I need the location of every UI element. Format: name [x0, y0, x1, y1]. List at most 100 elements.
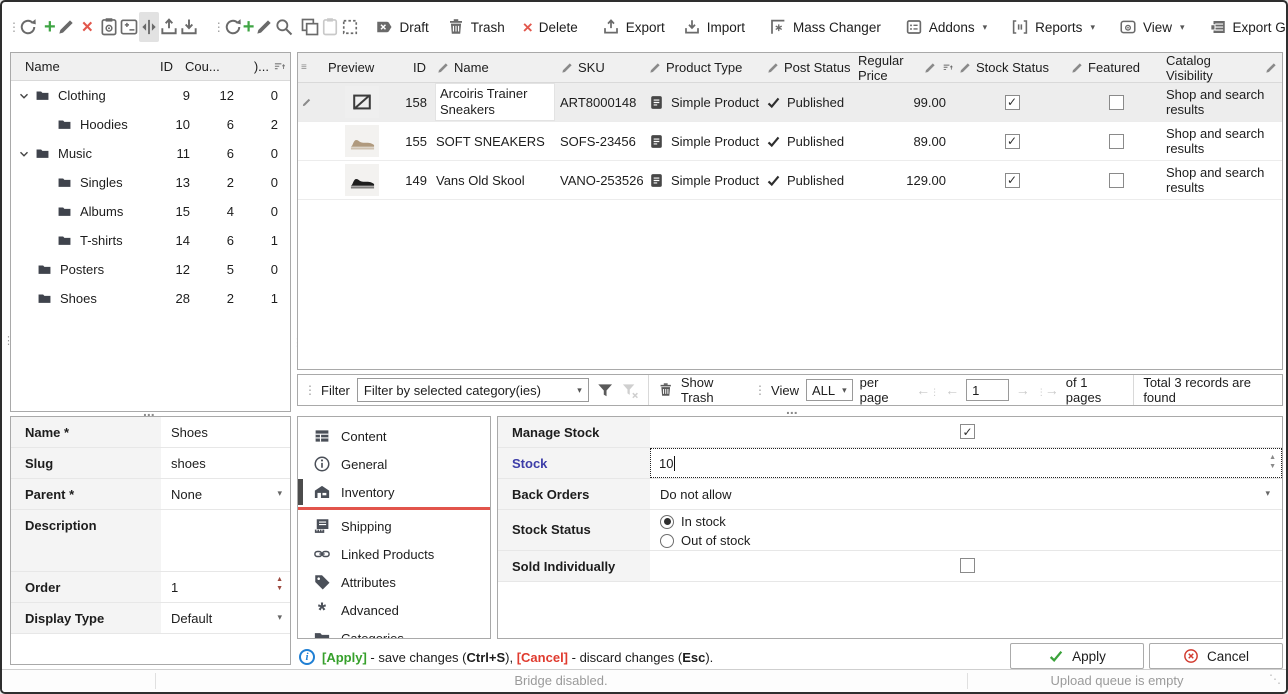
tab-linked-products[interactable]: Linked Products [298, 540, 490, 568]
column-preview[interactable]: Preview [314, 53, 410, 82]
column-product-type[interactable]: Product Type [648, 53, 762, 82]
name-field[interactable]: Shoes [161, 417, 290, 447]
cell-name[interactable]: Arcoiris Trainer Sneakers [436, 83, 554, 121]
checkbox-checked[interactable]: ✓ [1005, 173, 1020, 188]
tree-row-albums[interactable]: Albums 1540 [11, 197, 290, 226]
tree-column-name[interactable]: Name [11, 59, 149, 74]
product-thumbnail[interactable] [345, 125, 379, 157]
tab-shipping[interactable]: Shipping [298, 512, 490, 540]
previous-page-button[interactable]: ← [945, 382, 959, 398]
delete-record-button[interactable]: ×Delete [514, 12, 587, 42]
sold-individually-checkbox[interactable] [960, 558, 975, 573]
resize-grip-icon[interactable]: ⋱ [1269, 672, 1281, 686]
grid-edit-button[interactable] [254, 12, 274, 42]
checkbox-unchecked[interactable] [1109, 173, 1124, 188]
stepper-arrows[interactable]: ▲▼ [1269, 454, 1276, 470]
horizontal-splitter-handle[interactable]: ... [143, 408, 155, 414]
parent-select[interactable]: None▾ [161, 479, 290, 509]
display-type-select[interactable]: Default▾ [161, 603, 290, 633]
cancel-button[interactable]: Cancel [1149, 643, 1283, 669]
split-columns-button[interactable] [139, 12, 159, 42]
tree-row-music[interactable]: Music 1160 [11, 139, 290, 168]
checkbox-checked[interactable]: ✓ [1005, 95, 1020, 110]
toolbar-grip[interactable]: ⋮ [8, 20, 18, 34]
column-stock-status[interactable]: Stock Status [958, 53, 1066, 82]
toolbar-grip[interactable]: ⋮ [213, 20, 223, 34]
chevron-down-icon[interactable] [17, 89, 31, 103]
search-button[interactable] [274, 12, 294, 42]
manage-stock-checkbox[interactable]: ✓ [960, 424, 975, 439]
cell-id[interactable]: 155 [398, 122, 430, 160]
apply-filter-icon[interactable] [596, 381, 614, 400]
stock-input[interactable]: 10 ▲▼ [650, 448, 1282, 478]
cell-price[interactable]: 99.00 [858, 83, 954, 121]
cell-stock-status[interactable]: ✓ [958, 83, 1066, 121]
order-stepper[interactable]: 1▲▼ [161, 572, 290, 602]
cell-post-status[interactable]: Published [766, 161, 858, 199]
tree-row-posters[interactable]: Posters 1250 [11, 255, 290, 284]
image-adjust-button[interactable] [119, 12, 139, 42]
delete-button[interactable]: × [82, 12, 93, 42]
cell-post-status[interactable]: Published [766, 83, 858, 121]
preview-clipboard-button[interactable] [99, 12, 119, 42]
tree-row-hoodies[interactable]: Hoodies 1062 [11, 110, 290, 139]
tree-row-singles[interactable]: Singles 1320 [11, 168, 290, 197]
filter-dropdown[interactable]: Filter by selected category(ies) ▾ [357, 378, 589, 402]
checkbox-unchecked[interactable] [1109, 134, 1124, 149]
import-button[interactable]: Import [674, 12, 754, 42]
tree-column-id[interactable]: ID [149, 59, 185, 74]
trash-button[interactable]: Trash [438, 12, 514, 42]
paste-special-button[interactable] [340, 12, 360, 42]
export-button[interactable]: Export [593, 12, 674, 42]
mass-changer-button[interactable]: Mass Changer [760, 12, 890, 42]
product-row[interactable]: 158 Arcoiris Trainer Sneakers ART8000148… [298, 83, 1282, 122]
cell-product-type[interactable]: Simple Product [648, 161, 762, 199]
tree-row-clothing[interactable]: Clothing 9120 [11, 81, 290, 110]
cell-price[interactable]: 89.00 [858, 122, 954, 160]
cell-post-status[interactable]: Published [766, 122, 858, 160]
column-regular-price[interactable]: Regular Price [858, 53, 954, 82]
addons-button[interactable]: Addons▾ [896, 12, 996, 42]
tab-advanced[interactable]: *Advanced [298, 596, 490, 624]
draft-button[interactable]: Draft [366, 12, 437, 42]
out-of-stock-radio[interactable]: Out of stock [660, 531, 1282, 550]
tab-categories[interactable]: Categories [298, 624, 490, 639]
column-featured[interactable]: Featured [1070, 53, 1162, 82]
edit-button[interactable] [56, 12, 76, 42]
grid-refresh-button[interactable] [223, 12, 243, 42]
view-button[interactable]: View▾ [1110, 12, 1194, 42]
next-page-button[interactable]: → [1016, 382, 1030, 398]
page-number-input[interactable]: 1 [966, 379, 1009, 401]
tree-column-order[interactable]: )... [229, 59, 273, 74]
refresh-button[interactable] [18, 12, 38, 42]
last-page-button[interactable]: ⋮→ [1037, 382, 1059, 398]
tab-attributes[interactable]: Attributes [298, 568, 490, 596]
cell-name[interactable]: Vans Old Skool [436, 161, 554, 199]
product-row[interactable]: 155 SOFT SNEAKERS SOFS-23456 Simple Prod… [298, 122, 1282, 161]
cell-id[interactable]: 158 [398, 83, 430, 121]
description-field[interactable] [161, 510, 290, 571]
cell-featured[interactable] [1070, 83, 1162, 121]
tree-row-shoes[interactable]: Shoes 2821 [11, 284, 290, 313]
cell-sku[interactable]: SOFS-23456 [560, 122, 646, 160]
first-page-button[interactable]: ←⋮ [916, 382, 938, 398]
tree-row-tshirts[interactable]: T-shirts 1461 [11, 226, 290, 255]
sort-icon[interactable] [273, 60, 286, 73]
cell-product-type[interactable]: Simple Product [648, 122, 762, 160]
in-stock-radio[interactable]: In stock [660, 512, 1282, 531]
cell-id[interactable]: 149 [398, 161, 430, 199]
apply-button[interactable]: Apply [1010, 643, 1144, 669]
cell-featured[interactable] [1070, 122, 1162, 160]
tab-general[interactable]: General [298, 450, 490, 478]
cell-stock-status[interactable]: ✓ [958, 161, 1066, 199]
clear-filter-icon[interactable] [621, 381, 639, 400]
cell-featured[interactable] [1070, 161, 1162, 199]
product-thumbnail[interactable] [345, 164, 379, 196]
tree-column-count[interactable]: Cou... [185, 59, 229, 74]
cell-name[interactable]: SOFT SNEAKERS [436, 122, 554, 160]
stepper-arrows[interactable]: ▲▼ [276, 576, 283, 592]
copy-button[interactable] [300, 12, 320, 42]
column-catalog-visibility[interactable]: Catalog Visibility [1166, 53, 1280, 82]
slug-field[interactable]: shoes [161, 448, 290, 478]
cell-price[interactable]: 129.00 [858, 161, 954, 199]
